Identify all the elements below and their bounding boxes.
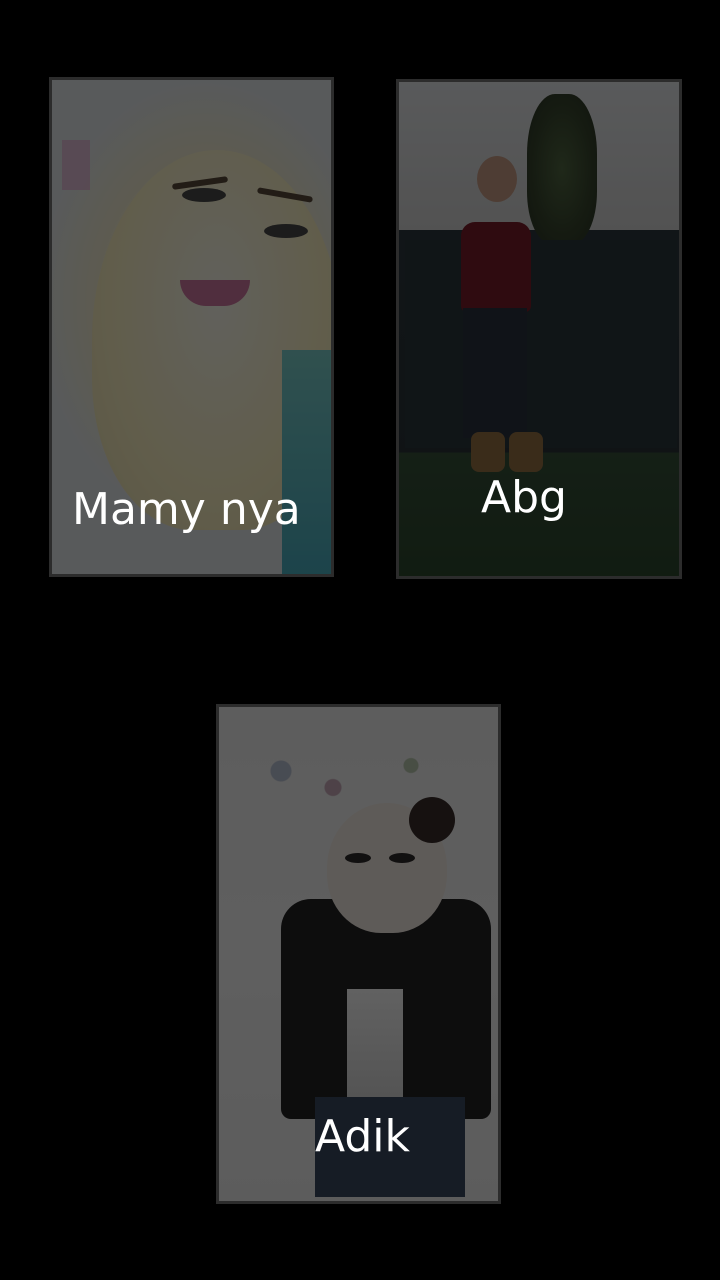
- photo-card-adik[interactable]: Adik: [216, 704, 501, 1204]
- photo-card-abg[interactable]: Abg: [396, 79, 682, 579]
- photo-caption: Adik: [315, 1111, 410, 1162]
- photo-card-mamy[interactable]: Mamy nya: [49, 77, 334, 577]
- photo-caption: Mamy nya: [72, 484, 301, 535]
- photo-caption: Abg: [481, 472, 567, 523]
- photo-gallery-screen: Mamy nya Abg Adik: [0, 0, 720, 1280]
